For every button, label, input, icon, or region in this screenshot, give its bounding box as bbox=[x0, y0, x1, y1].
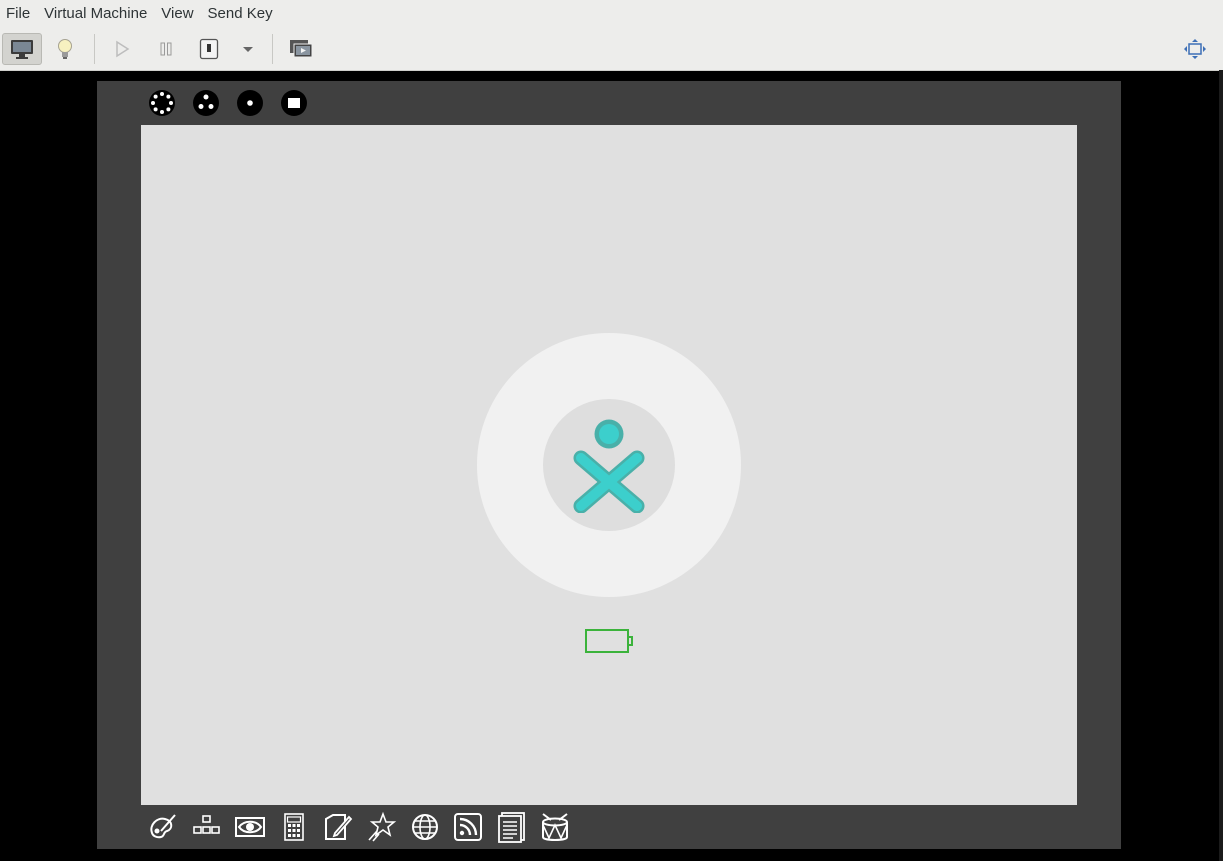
browse-activity-icon[interactable] bbox=[409, 811, 441, 843]
shutdown-button[interactable] bbox=[189, 33, 229, 65]
pause-icon bbox=[160, 42, 172, 56]
show-console-button[interactable] bbox=[2, 33, 42, 65]
menu-view[interactable]: View bbox=[155, 0, 199, 28]
pause-button[interactable] bbox=[146, 33, 186, 65]
show-details-button[interactable] bbox=[45, 33, 85, 65]
group-view-icon[interactable] bbox=[192, 89, 220, 117]
xo-buddy-icon[interactable] bbox=[569, 418, 649, 513]
menu-virtual-machine[interactable]: Virtual Machine bbox=[38, 0, 153, 28]
lightbulb-icon bbox=[58, 39, 72, 59]
fullscreen-icon bbox=[1184, 39, 1206, 59]
shutdown-menu-button[interactable] bbox=[228, 33, 268, 65]
play-icon bbox=[116, 40, 130, 58]
power-icon bbox=[199, 38, 219, 60]
run-button[interactable] bbox=[102, 33, 142, 65]
activity-dock bbox=[141, 805, 1077, 849]
turtleblocks-activity-icon[interactable] bbox=[191, 811, 223, 843]
tamtam-activity-icon[interactable] bbox=[539, 811, 571, 843]
sugar-home-view[interactable] bbox=[141, 125, 1077, 805]
chevron-down-icon bbox=[243, 47, 253, 52]
paint-activity-icon[interactable] bbox=[147, 811, 179, 843]
record-activity-icon[interactable] bbox=[234, 811, 266, 843]
monitor-icon bbox=[11, 40, 33, 59]
write-activity-icon[interactable] bbox=[321, 811, 353, 843]
news-reader-activity-icon[interactable] bbox=[452, 811, 484, 843]
menu-send-key[interactable]: Send Key bbox=[202, 0, 279, 28]
toolbar bbox=[0, 28, 1223, 71]
menubar: File Virtual Machine View Send Key bbox=[0, 0, 1223, 29]
battery-icon bbox=[585, 629, 633, 653]
neighborhood-view-icon[interactable] bbox=[148, 89, 176, 117]
fullscreen-button[interactable] bbox=[1175, 33, 1215, 65]
sugar-frame-top bbox=[97, 81, 1121, 125]
toolbar-separator bbox=[94, 34, 95, 64]
calculate-activity-icon[interactable] bbox=[278, 811, 310, 843]
fototoon-activity-icon[interactable] bbox=[365, 811, 397, 843]
home-view-icon[interactable] bbox=[236, 89, 264, 117]
snapshots-button[interactable] bbox=[281, 33, 321, 65]
menu-file[interactable]: File bbox=[0, 0, 36, 28]
read-activity-icon[interactable] bbox=[496, 811, 528, 843]
activity-view-icon[interactable] bbox=[280, 89, 308, 117]
vm-display[interactable] bbox=[97, 81, 1121, 849]
toolbar-separator bbox=[272, 34, 273, 64]
window-edge bbox=[1219, 70, 1223, 861]
snapshots-icon bbox=[290, 40, 313, 58]
